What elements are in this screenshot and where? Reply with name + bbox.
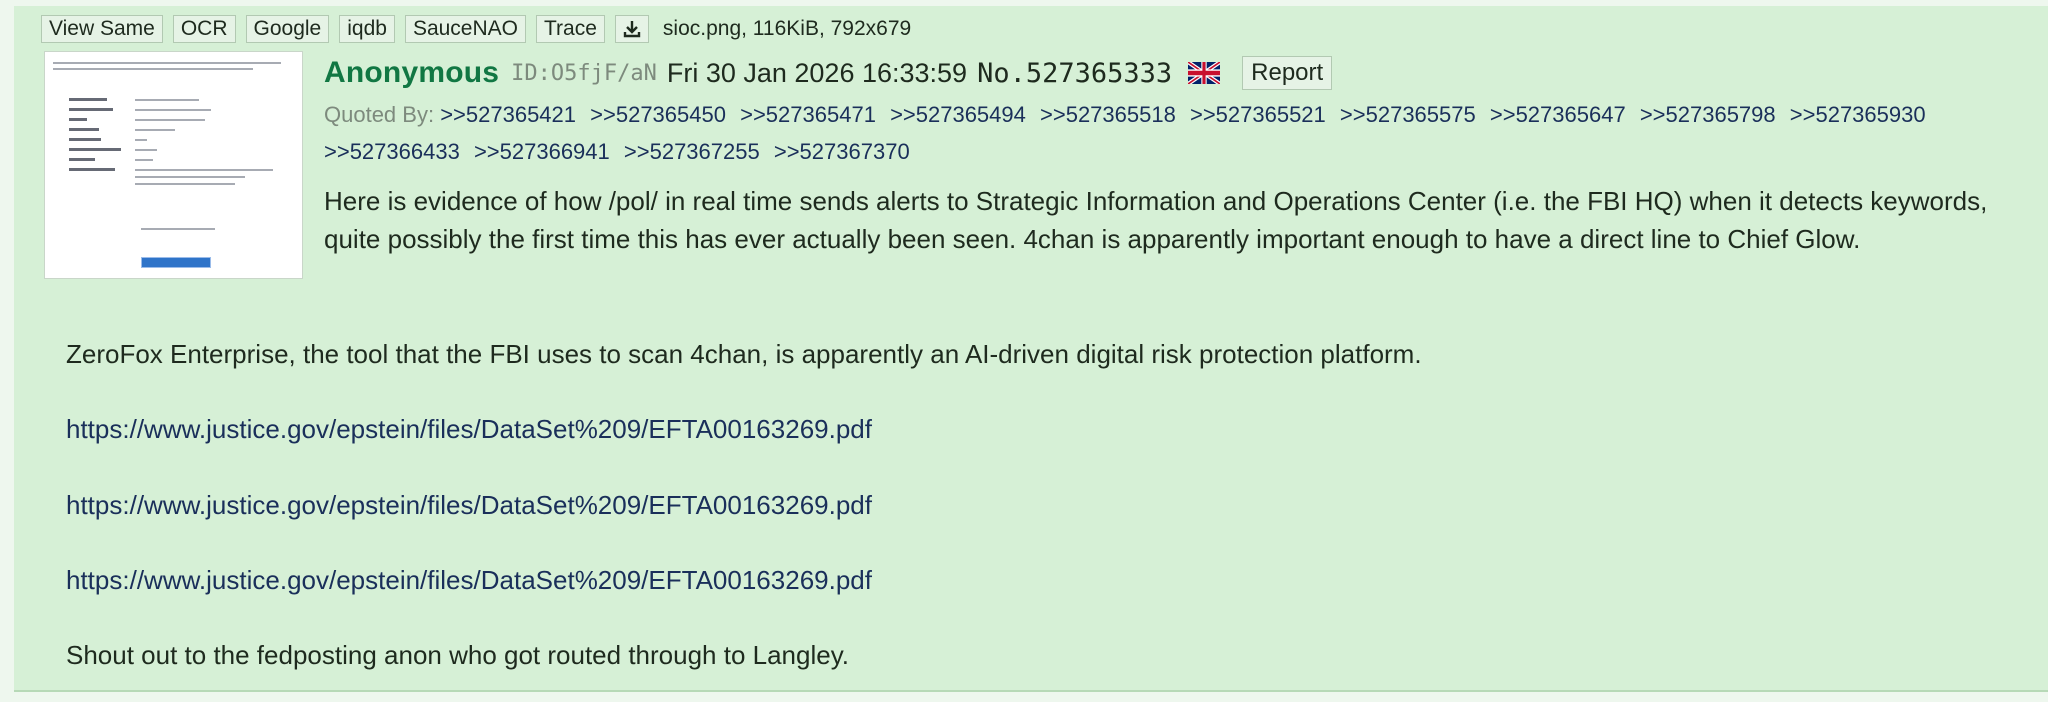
quote-link[interactable]: >>527365518	[1040, 102, 1176, 127]
quote-link[interactable]: >>527365450	[590, 102, 726, 127]
quoted-by: Quoted By: >>527365421 >>527365450 >>527…	[324, 96, 2024, 170]
post-header: Anonymous ID:O5fjF/aN Fri 30 Jan 2026 16…	[324, 53, 1333, 93]
poster-id[interactable]: ID:O5fjF/aN	[511, 61, 657, 86]
quote-link[interactable]: >>527365471	[740, 102, 876, 127]
quote-link[interactable]: >>527365421	[440, 102, 576, 127]
quote-link[interactable]: >>527366433	[324, 139, 460, 164]
quote-link[interactable]: >>527365521	[1190, 102, 1326, 127]
quote-link[interactable]: >>527365798	[1640, 102, 1776, 127]
quoted-by-label: Quoted By:	[324, 102, 435, 127]
post-image-thumbnail[interactable]	[44, 51, 303, 279]
iqdb-button[interactable]: iqdb	[339, 15, 395, 43]
file-info: sioc.png, 116KiB, 792x679	[662, 17, 912, 40]
file-toolbar: View Same OCR Google iqdb SauceNAO Trace…	[41, 14, 911, 44]
post-link-line: https://www.justice.gov/epstein/files/Da…	[66, 486, 2016, 524]
post-container: View Same OCR Google iqdb SauceNAO Trace…	[14, 6, 2048, 692]
ocr-button[interactable]: OCR	[172, 15, 236, 43]
quote-link[interactable]: >>527365930	[1790, 102, 1926, 127]
quote-link[interactable]: >>527367255	[624, 139, 760, 164]
post-number[interactable]: No.527365333	[977, 58, 1172, 89]
post-datetime: Fri 30 Jan 2026 16:33:59	[666, 57, 968, 88]
post-paragraph-closing: Shout out to the fedposting anon who got…	[66, 640, 849, 670]
post-intro-text: Here is evidence of how /pol/ in real ti…	[324, 186, 1988, 254]
quote-link[interactable]: >>527365647	[1490, 102, 1626, 127]
download-icon	[623, 21, 641, 38]
document-link[interactable]: https://www.justice.gov/epstein/files/Da…	[66, 414, 872, 444]
post-link-line: https://www.justice.gov/epstein/files/Da…	[66, 561, 2016, 599]
quote-link[interactable]: >>527365575	[1340, 102, 1476, 127]
view-same-button[interactable]: View Same	[41, 15, 163, 43]
quote-link[interactable]: >>527365494	[890, 102, 1026, 127]
quote-link[interactable]: >>527367370	[774, 139, 910, 164]
download-button[interactable]	[614, 15, 649, 43]
saucenao-button[interactable]: SauceNAO	[404, 15, 526, 43]
post-link-line: https://www.justice.gov/epstein/files/Da…	[66, 410, 2016, 448]
document-link[interactable]: https://www.justice.gov/epstein/files/Da…	[66, 565, 872, 595]
quote-link[interactable]: >>527366941	[474, 139, 610, 164]
poster-name: Anonymous	[324, 56, 500, 89]
uk-flag-icon	[1188, 62, 1221, 84]
document-link[interactable]: https://www.justice.gov/epstein/files/Da…	[66, 490, 872, 520]
report-button[interactable]: Report	[1242, 56, 1333, 90]
google-button[interactable]: Google	[245, 15, 330, 43]
trace-button[interactable]: Trace	[536, 15, 605, 43]
post-paragraph-zerofox: ZeroFox Enterprise, the tool that the FB…	[66, 339, 1422, 369]
